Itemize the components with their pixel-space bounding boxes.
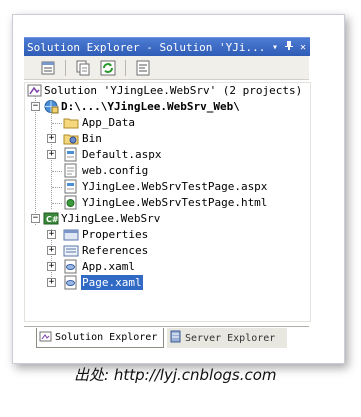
- source-caption: 出处: http://lyj.cnblogs.com: [74, 366, 277, 384]
- config-file-icon: [63, 163, 79, 178]
- tab-server-explorer[interactable]: Server Explorer: [167, 328, 287, 348]
- solution-icon: [27, 83, 43, 98]
- tree-connector: [52, 171, 62, 172]
- tree-item-label: App.xaml: [82, 260, 135, 273]
- tab-label: Server Explorer: [185, 332, 276, 344]
- web-project-label: D:\...\YJingLee.WebSrv_Web\: [61, 100, 240, 113]
- window-position-dropdown-icon[interactable]: ▾: [268, 42, 282, 53]
- tree-connector: [52, 187, 62, 188]
- svg-text:C#: C#: [46, 215, 59, 224]
- expand-icon[interactable]: +: [47, 246, 56, 255]
- aspx-file-icon: [63, 147, 79, 162]
- solution-tree: Solution 'YJingLee.WebSrv' (2 projects) …: [24, 82, 311, 322]
- tree-item-label: References: [82, 244, 149, 257]
- web-project-icon: [43, 99, 59, 114]
- view-code-icon[interactable]: [135, 60, 151, 76]
- panel-title: Solution Explorer - Solution 'YJi...: [27, 40, 266, 54]
- tree-item-label-selected: Page.xaml: [81, 275, 143, 290]
- collapse-icon[interactable]: −: [31, 214, 40, 223]
- properties-icon[interactable]: [40, 60, 56, 76]
- expand-icon[interactable]: +: [47, 134, 56, 143]
- tree-item-label: YJingLee.WebSrvTestPage.aspx: [82, 180, 268, 193]
- references-icon: [63, 243, 79, 258]
- auto-hide-pin-icon[interactable]: [282, 40, 296, 54]
- close-icon[interactable]: ✕: [296, 42, 310, 53]
- solution-label: Solution 'YJingLee.WebSrv' (2 projects): [44, 84, 303, 97]
- solution-explorer-toolbar: [24, 56, 309, 80]
- xaml-file-icon: [63, 259, 79, 274]
- panel-title-bar[interactable]: Solution Explorer - Solution 'YJi... ▾ ✕: [24, 37, 310, 56]
- tree-connector: [35, 95, 36, 225]
- tree-item-label: web.config: [82, 164, 149, 177]
- tab-solution-explorer[interactable]: Solution Explorer: [36, 328, 164, 348]
- explorer-tab-strip: Solution Explorer Server Explorer: [24, 326, 309, 355]
- tree-item-label: Default.aspx: [82, 148, 162, 161]
- expand-icon[interactable]: +: [47, 278, 56, 287]
- tree-item-label: App_Data: [82, 116, 135, 129]
- properties-folder-icon: [63, 227, 79, 242]
- refresh-icon[interactable]: [100, 60, 116, 76]
- tree-item-label: Properties: [82, 228, 149, 241]
- tree-connector: [52, 203, 62, 204]
- html-file-icon: [63, 195, 79, 210]
- server-explorer-tab-icon: [169, 330, 183, 346]
- tree-item-label: YJingLee.WebSrvTestPage.html: [82, 196, 268, 209]
- expand-icon[interactable]: +: [47, 262, 56, 271]
- tree-connector: [52, 123, 62, 124]
- folder-icon: [63, 115, 79, 130]
- show-all-files-icon[interactable]: [75, 60, 91, 76]
- aspx-file-icon: [63, 179, 79, 194]
- tree-item-label: Bin: [82, 132, 102, 145]
- tab-label: Solution Explorer: [55, 332, 158, 343]
- silverlight-project-label: YJingLee.WebSrv: [61, 212, 161, 225]
- expand-icon[interactable]: +: [47, 230, 56, 239]
- expand-icon[interactable]: +: [47, 150, 56, 159]
- collapse-icon[interactable]: −: [31, 102, 40, 111]
- csharp-project-icon: C#: [43, 211, 59, 226]
- solution-explorer-tab-icon: [39, 330, 53, 346]
- toolbar-separator: [125, 59, 126, 76]
- tree-connector: [51, 111, 52, 209]
- toolbar-separator: [65, 59, 66, 76]
- bin-folder-icon: [63, 131, 79, 146]
- xaml-file-icon: [63, 275, 79, 290]
